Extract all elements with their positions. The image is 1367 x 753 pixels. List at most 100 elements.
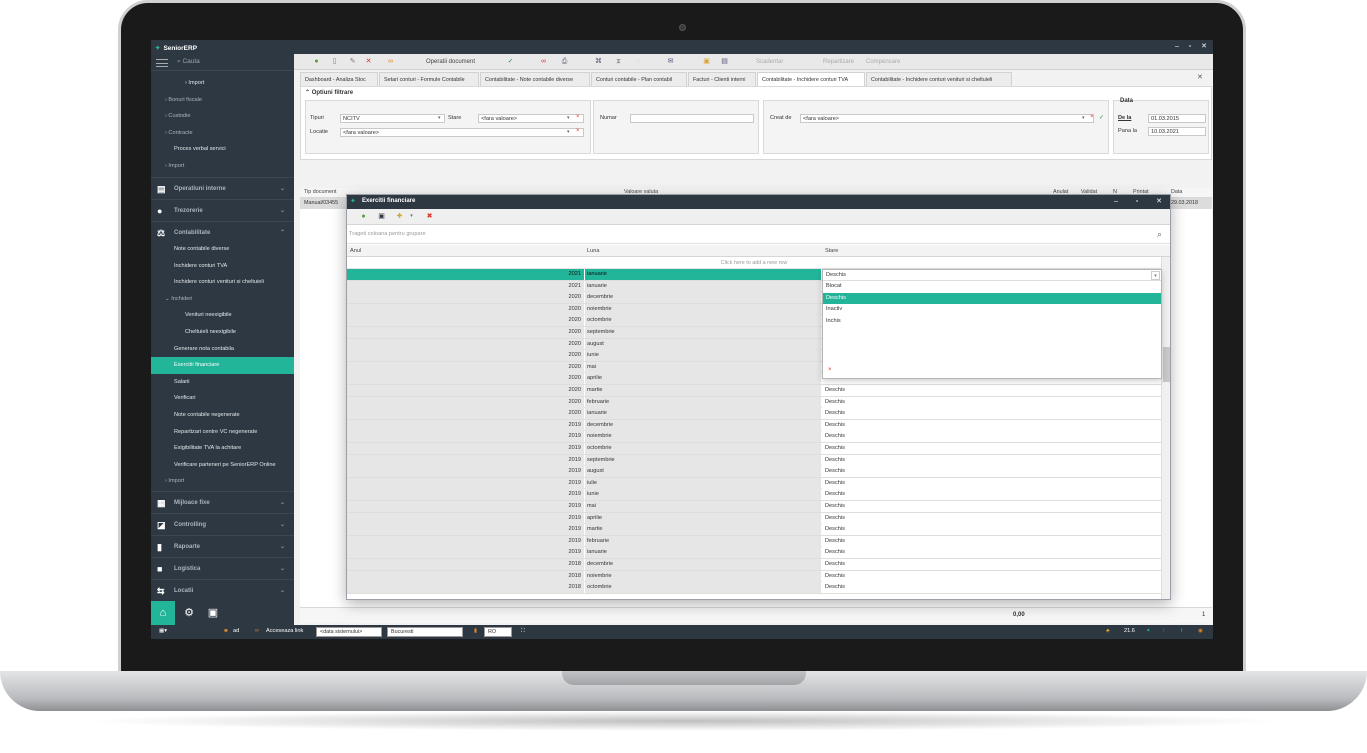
attach-icon[interactable]: ⌘ bbox=[594, 57, 603, 66]
add-icon[interactable]: ✚ bbox=[395, 212, 404, 221]
cell-anul[interactable]: 2019 bbox=[347, 454, 584, 466]
dropdown-option[interactable]: Blocat bbox=[823, 281, 1161, 293]
tab[interactable]: Contabilitate - Inchidere conturi venitu… bbox=[866, 72, 1012, 86]
cell-anul[interactable]: 2019 bbox=[347, 547, 584, 559]
cell-anul[interactable]: 2019 bbox=[347, 466, 584, 478]
cell-luna[interactable]: ianuarie bbox=[585, 269, 821, 280]
cell-luna[interactable]: august bbox=[585, 466, 821, 478]
cell-anul[interactable]: 2019 bbox=[347, 431, 584, 443]
sidebar-item[interactable]: Salarii bbox=[151, 374, 294, 391]
delete-icon[interactable]: ✖ bbox=[425, 212, 434, 221]
sidebar-item[interactable]: › Import bbox=[151, 473, 294, 490]
clear-icon[interactable]: × bbox=[576, 114, 580, 120]
sidebar-category-mijloace[interactable]: ▦ Mijloace fixe ⌄ bbox=[151, 491, 294, 513]
gear-icon[interactable]: ⚙ bbox=[179, 601, 199, 625]
col-stare[interactable]: Stare bbox=[825, 248, 838, 254]
cell-luna[interactable]: decembrie bbox=[585, 419, 821, 431]
cell-luna[interactable]: martie bbox=[585, 524, 821, 536]
team-icon[interactable]: ♣ bbox=[1106, 628, 1110, 634]
sidebar-item[interactable]: › Import bbox=[151, 75, 294, 92]
report-search-icon[interactable]: ▣ bbox=[203, 601, 223, 625]
cell-anul[interactable]: 2020 bbox=[347, 396, 584, 408]
clear-icon[interactable]: × bbox=[1090, 114, 1094, 120]
cell-anul[interactable]: 2020 bbox=[347, 361, 584, 373]
sidebar-category-operatiuni[interactable]: ▤ Operatiuni interne ⌄ bbox=[151, 177, 294, 199]
clear-icon[interactable]: × bbox=[828, 367, 832, 373]
cell-anul[interactable]: 2019 bbox=[347, 489, 584, 501]
table-row[interactable]: 2019 ianuarie Deschis bbox=[347, 547, 1161, 559]
sidebar-item[interactable]: Cheltuieli neexigibile bbox=[151, 324, 294, 341]
cell-anul[interactable]: 2020 bbox=[347, 315, 584, 327]
refresh-icon[interactable]: ● bbox=[312, 57, 321, 66]
cell-luna[interactable]: februarie bbox=[585, 535, 821, 547]
sidebar-category-locatii[interactable]: ⇆ Locatii ⌄ bbox=[151, 579, 294, 601]
sidebar-category-controlling[interactable]: ◪ Controlling ⌄ bbox=[151, 513, 294, 535]
sidebar-item[interactable]: Generare nota contabila bbox=[151, 341, 294, 358]
add-new-row[interactable]: Click here to add a new row bbox=[347, 257, 1161, 269]
city-select[interactable]: Bucuresti bbox=[387, 627, 463, 637]
edit-icon[interactable]: ✎ bbox=[348, 57, 357, 66]
close-icon[interactable]: ✕ bbox=[1152, 196, 1166, 208]
cell-anul[interactable]: 2018 bbox=[347, 570, 584, 582]
cell-anul[interactable]: 2020 bbox=[347, 385, 584, 396]
cell-anul[interactable]: 2019 bbox=[347, 524, 584, 536]
tab[interactable]: Conturi contabile - Plan contabil bbox=[591, 72, 687, 86]
dropdown-arrow-icon[interactable]: ▾ bbox=[567, 115, 570, 121]
table-row[interactable]: 2019 octombrie Deschis bbox=[347, 443, 1161, 455]
table-row[interactable]: 2018 decembrie Deschis bbox=[347, 559, 1161, 571]
filter-panel-header[interactable]: ⌃ Optiuni filtrare bbox=[305, 89, 353, 96]
fullscreen-icon[interactable]: ⛶ bbox=[521, 628, 525, 635]
cell-anul[interactable]: 2021 bbox=[347, 269, 584, 280]
sidebar-category-rapoarte[interactable]: ▮ Rapoarte ⌄ bbox=[151, 535, 294, 557]
cell-anul[interactable]: 2021 bbox=[347, 280, 584, 292]
chat-icon[interactable]: ◌ bbox=[634, 57, 643, 66]
cell-luna[interactable]: iunie bbox=[585, 489, 821, 501]
sidebar-category-trezorerie[interactable]: ● Trezorerie ⌄ bbox=[151, 199, 294, 221]
sidebar-item[interactable]: Note contabile diverse bbox=[151, 241, 294, 258]
sidebar-item[interactable]: › Bonuri fiscale bbox=[151, 92, 294, 109]
sidebar-item[interactable]: Inchidere conturi venituri si cheltuieli bbox=[151, 274, 294, 291]
cell-stare[interactable]: Deschis bbox=[822, 408, 1161, 420]
cell-anul[interactable]: 2020 bbox=[347, 303, 584, 315]
table-row[interactable]: 2019 septembrie Deschis bbox=[347, 454, 1161, 467]
cell-luna[interactable]: aprilie bbox=[585, 512, 821, 524]
sidebar-search[interactable]: ⌕ Cauta bbox=[151, 56, 294, 71]
tab[interactable]: Contabilitate - Note contabile diverse bbox=[480, 72, 590, 86]
cell-luna[interactable]: noiembrie bbox=[585, 303, 821, 315]
table-row[interactable]: 2019 februarie Deschis bbox=[347, 535, 1161, 548]
compensare-button[interactable]: Compensare bbox=[866, 57, 900, 67]
acceseaza-link[interactable]: Acceseaza link bbox=[266, 628, 303, 634]
cell-luna[interactable]: august bbox=[585, 338, 821, 350]
tab[interactable]: Facturi - Clienti interni bbox=[688, 72, 756, 86]
cell-anul[interactable]: 2020 bbox=[347, 408, 584, 420]
cell-stare[interactable]: Deschis bbox=[822, 385, 1161, 396]
table-row[interactable]: 2019 martie Deschis bbox=[347, 524, 1161, 536]
scrollbar-thumb[interactable] bbox=[1163, 347, 1170, 382]
windows-icon[interactable]: ▦▾ bbox=[159, 628, 167, 634]
dropdown-arrow-icon[interactable]: ▾ bbox=[567, 129, 570, 135]
cell-luna[interactable]: noiembrie bbox=[585, 431, 821, 443]
maximize-icon[interactable]: ▫ bbox=[1130, 196, 1144, 208]
cell-luna[interactable]: ianuarie bbox=[585, 280, 821, 292]
cell-anul[interactable]: 2019 bbox=[347, 443, 584, 454]
validate-icon[interactable]: ✓ bbox=[506, 57, 515, 66]
link-icon[interactable]: ∞ bbox=[386, 57, 395, 66]
cell-luna[interactable]: ianuarie bbox=[585, 408, 821, 420]
stare-dropdown[interactable]: Deschis ▾ Blocat Deschis Inactiv Inchis × bbox=[822, 269, 1162, 379]
cell-stare[interactable]: Deschis bbox=[822, 431, 1161, 443]
tab[interactable]: Dashboard - Analiza Stoc bbox=[300, 72, 378, 86]
col-data[interactable]: Data bbox=[1171, 189, 1182, 195]
calc-icon[interactable]: ▣ bbox=[702, 57, 711, 66]
cell-luna[interactable]: octombrie bbox=[585, 443, 821, 454]
restore-icon[interactable]: ▫ bbox=[1183, 41, 1197, 53]
home-icon[interactable]: ⌂ bbox=[151, 601, 175, 625]
table-row[interactable]: 2020 februarie Deschis bbox=[347, 396, 1161, 409]
cell-luna[interactable]: iulie bbox=[585, 477, 821, 489]
check-icon[interactable]: ✓ bbox=[1099, 114, 1104, 121]
close-icon[interactable]: ✕ bbox=[1197, 41, 1211, 53]
dropdown-arrow-icon[interactable]: ▾ bbox=[438, 115, 441, 121]
sidebar-item[interactable]: Exigibilitate TVA la achitare bbox=[151, 440, 294, 457]
sidebar-item[interactable]: Repartizari centre VC negenerate bbox=[151, 424, 294, 441]
chevron-down-icon[interactable]: ▾ bbox=[1151, 271, 1160, 280]
group-panel[interactable]: Trageti coloana pentru grupare ⌕ bbox=[347, 226, 1170, 244]
